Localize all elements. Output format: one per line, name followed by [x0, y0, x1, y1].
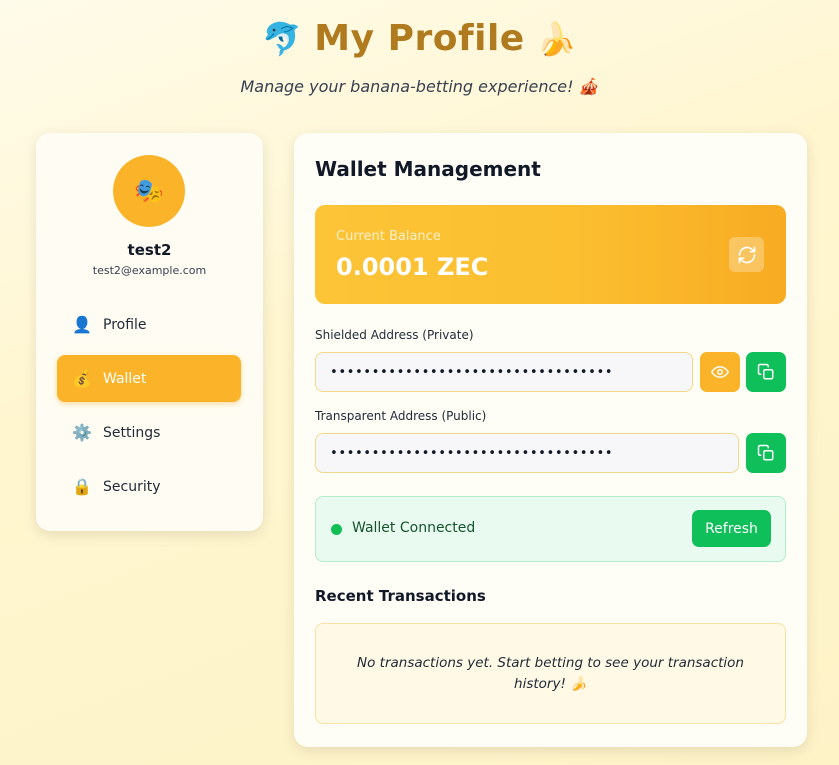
lock-icon: 🔒 — [72, 477, 92, 496]
dolphin-icon: 🐬 — [262, 19, 303, 58]
sidebar-item-profile[interactable]: 👤 Profile — [57, 301, 241, 348]
refresh-icon — [738, 246, 755, 263]
username: test2 — [127, 241, 172, 259]
gear-icon: ⚙️ — [72, 423, 92, 442]
avatar: 🎭 — [113, 155, 185, 227]
copy-icon — [757, 444, 774, 461]
page-subtitle: Manage your banana-betting experience! 🎪 — [240, 77, 599, 96]
status-dot-icon — [331, 524, 342, 535]
sidebar-item-wallet[interactable]: 💰 Wallet — [57, 355, 241, 402]
shielded-address-label: Shielded Address (Private) — [315, 328, 474, 342]
eye-icon — [711, 366, 729, 378]
money-bag-icon: 💰 — [72, 369, 92, 388]
sidebar-item-settings[interactable]: ⚙️ Settings — [57, 409, 241, 456]
page-title: My Profile — [314, 18, 525, 59]
copy-shielded-button[interactable] — [746, 352, 786, 392]
section-title: Wallet Management — [315, 157, 541, 181]
profile-sidebar: 🎭 test2 test2@example.com 👤 Profile 💰 Wa… — [36, 133, 263, 531]
balance-value: 0.0001 ZEC — [336, 253, 489, 281]
user-email: test2@example.com — [92, 264, 207, 277]
shielded-address-field[interactable]: •••••••••••••••••••••••••••••••••• — [315, 352, 693, 392]
title-row: 🐬 My Profile 🍌 — [0, 18, 839, 59]
refresh-button[interactable]: Refresh — [692, 510, 771, 547]
balance-card: Current Balance 0.0001 ZEC — [315, 205, 786, 304]
user-icon: 👤 — [72, 315, 92, 334]
transactions-empty-state: No transactions yet. Start betting to se… — [315, 623, 786, 724]
wallet-panel: Wallet Management Current Balance 0.0001… — [294, 133, 807, 747]
balance-refresh-button[interactable] — [729, 237, 764, 272]
wallet-status: Wallet Connected Refresh — [315, 496, 786, 562]
transactions-empty-text: No transactions yet. Start betting to se… — [357, 654, 744, 692]
sidebar-item-label: Profile — [103, 316, 147, 333]
transparent-address-field[interactable]: •••••••••••••••••••••••••••••••••• — [315, 433, 739, 473]
copy-transparent-button[interactable] — [746, 433, 786, 473]
sidebar-item-label: Settings — [103, 424, 161, 441]
transparent-address-label: Transparent Address (Public) — [315, 409, 487, 423]
sidebar-item-security[interactable]: 🔒 Security — [57, 463, 241, 510]
sidebar-item-label: Security — [103, 478, 161, 495]
banana-icon: 🍌 — [536, 19, 577, 58]
avatar-mask-icon: 🎭 — [134, 177, 164, 205]
balance-label: Current Balance — [336, 229, 441, 244]
status-text: Wallet Connected — [352, 520, 476, 536]
page-header: 🐬 My Profile 🍌 Manage your banana-bettin… — [0, 18, 839, 96]
transactions-title: Recent Transactions — [315, 587, 486, 605]
reveal-address-button[interactable] — [700, 352, 740, 392]
sidebar-item-label: Wallet — [103, 370, 147, 387]
sidebar-nav: 👤 Profile 💰 Wallet ⚙️ Settings 🔒 Securit… — [57, 301, 241, 517]
copy-icon — [757, 363, 774, 380]
